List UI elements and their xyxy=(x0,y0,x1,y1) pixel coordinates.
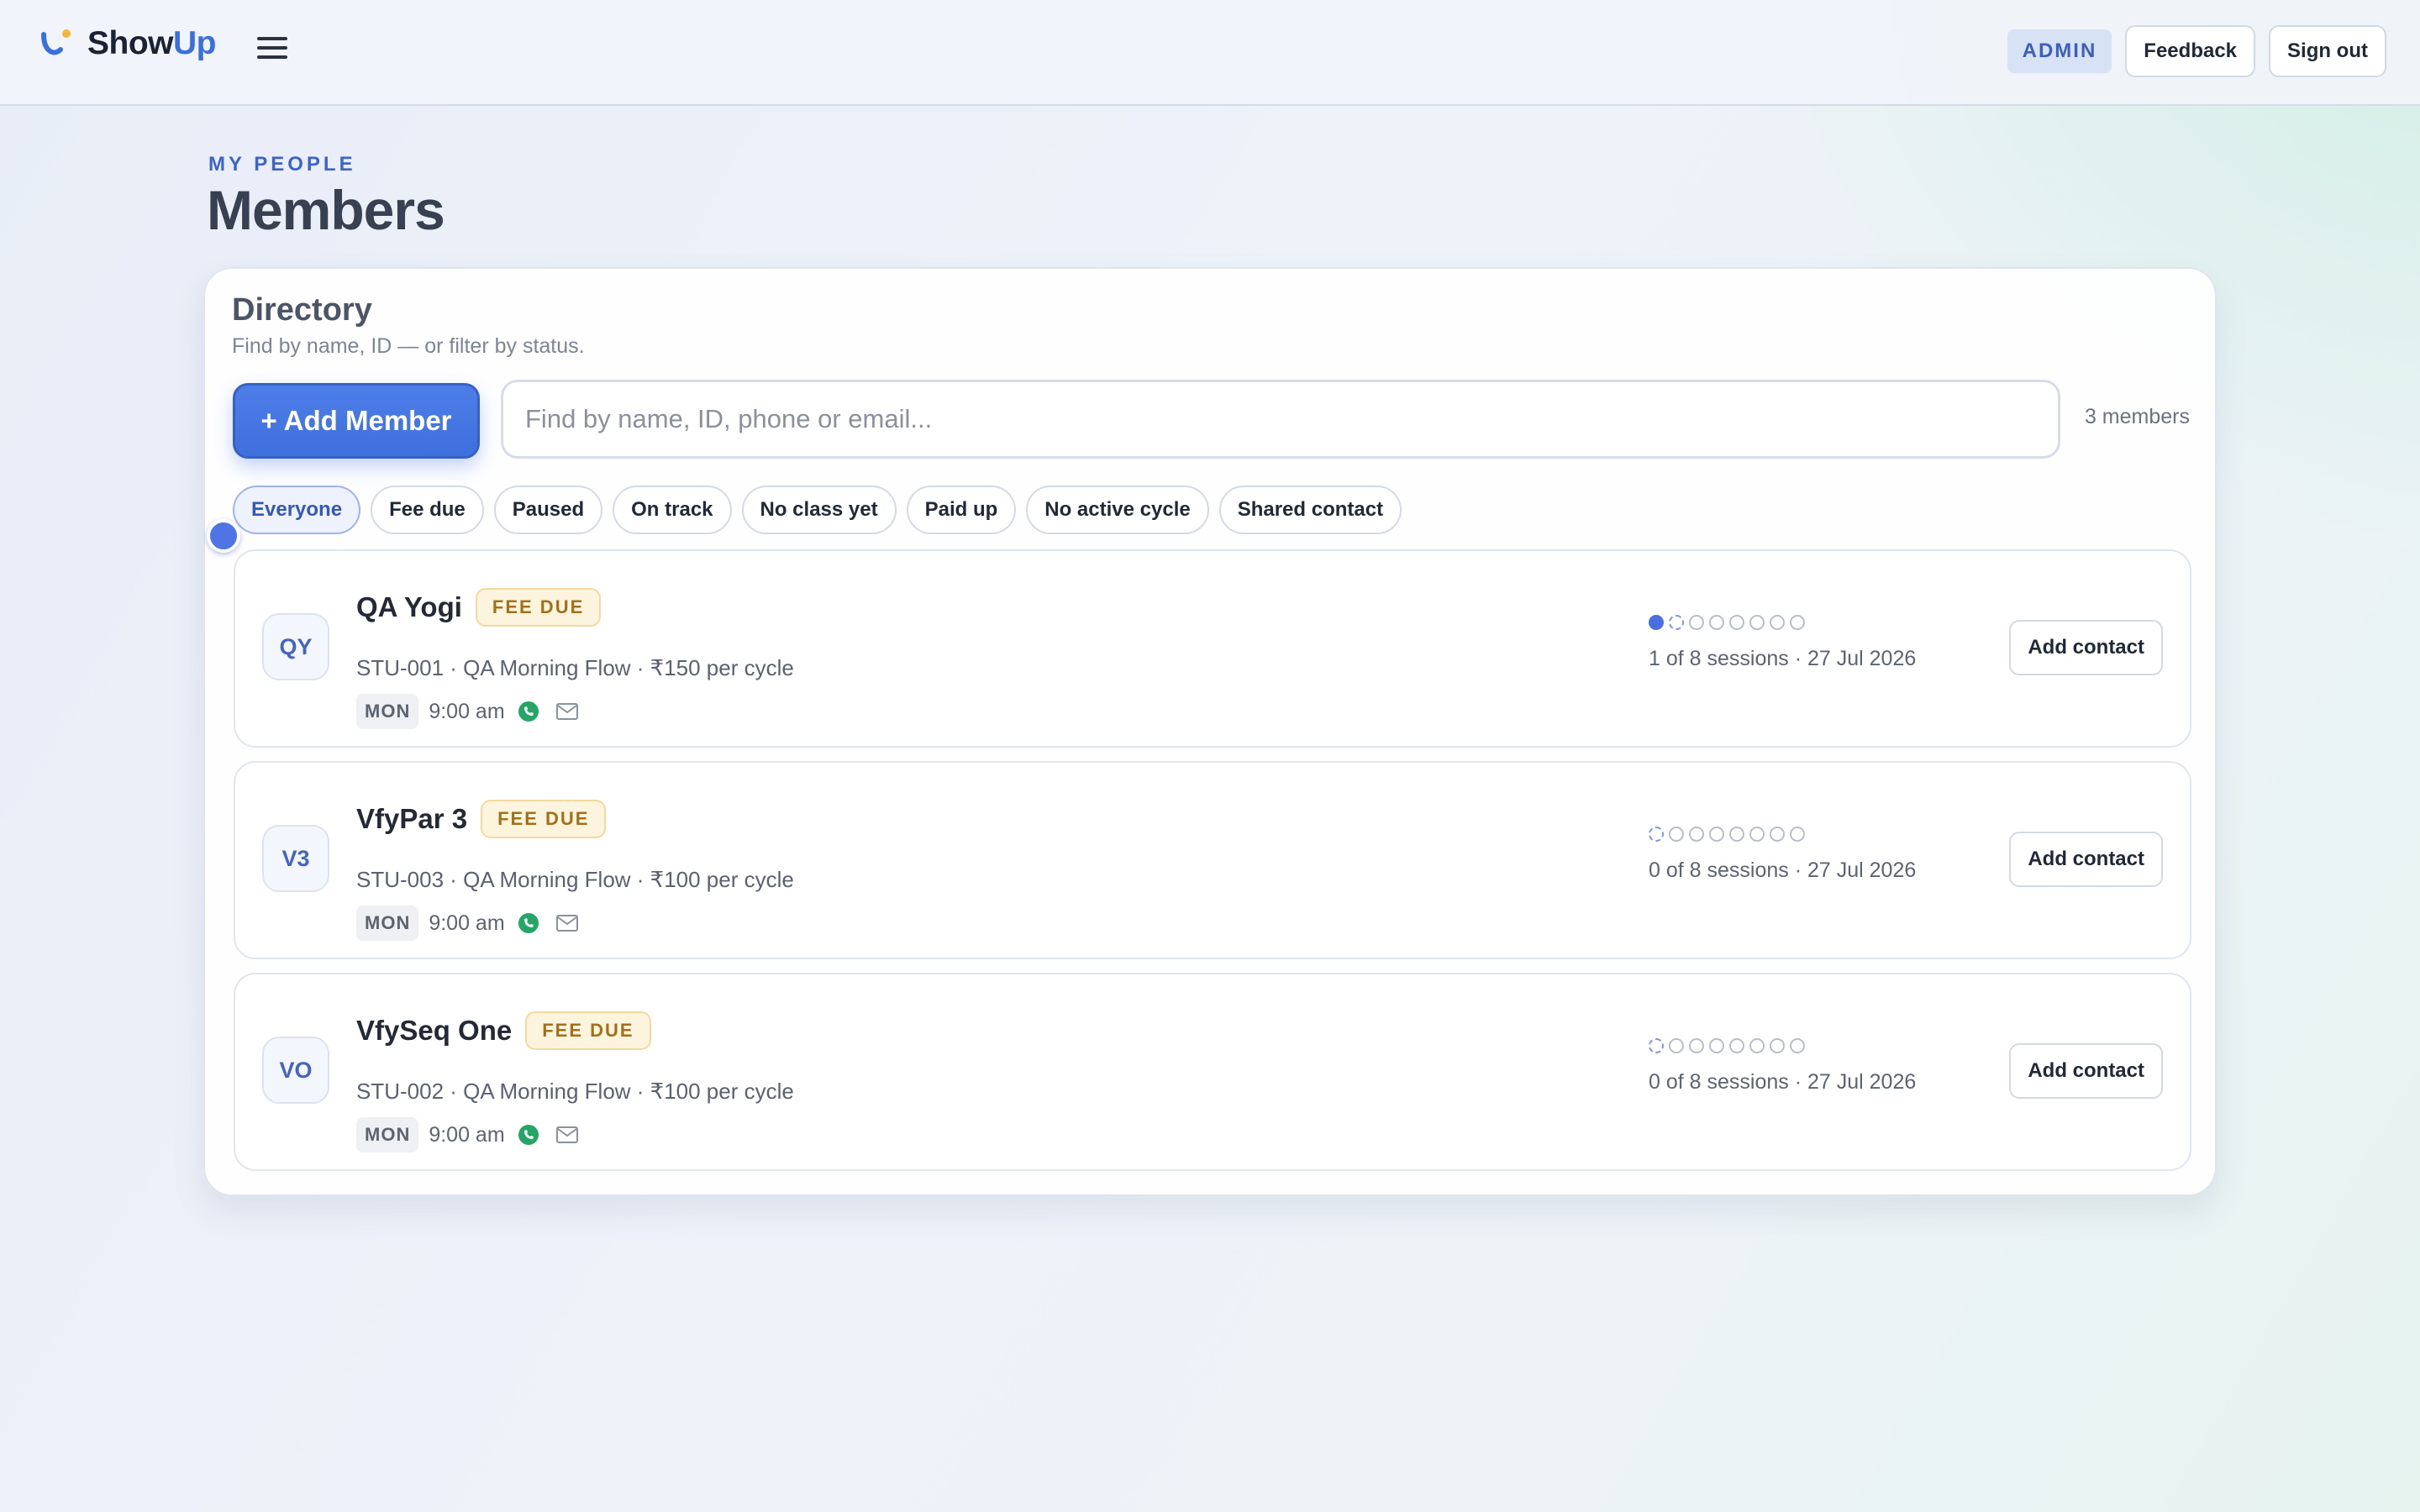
schedule-time: 9:00 am xyxy=(429,1122,505,1147)
member-schedule: MON 9:00 am xyxy=(356,1117,579,1152)
logo-mark-icon xyxy=(41,29,71,55)
whatsapp-icon[interactable] xyxy=(517,700,540,723)
email-icon[interactable] xyxy=(555,1126,579,1144)
add-contact-button[interactable]: Add contact xyxy=(2009,620,2163,675)
schedule-day: MON xyxy=(356,1117,419,1152)
directory-subtitle: Find by name, ID — or filter by status. xyxy=(232,334,585,358)
top-actions: ADMIN Feedback Sign out xyxy=(2007,25,2386,77)
filter-chip-no-active-cycle[interactable]: No active cycle xyxy=(1026,486,1209,534)
session-dot xyxy=(1790,615,1805,630)
filter-chip-paused[interactable]: Paused xyxy=(493,486,603,534)
session-dot xyxy=(1770,827,1785,842)
session-dot xyxy=(1649,1038,1664,1053)
session-dot xyxy=(1669,1038,1684,1053)
sessions-summary: 0 of 8 sessions · 27 Jul 2026 xyxy=(1649,1070,1917,1094)
session-dot xyxy=(1709,827,1724,842)
member-meta: STU-001 · QA Morning Flow · ₹150 per cyc… xyxy=(356,655,794,680)
filter-chip-everyone[interactable]: Everyone xyxy=(233,486,361,534)
schedule-day: MON xyxy=(356,694,419,729)
session-progress xyxy=(1649,615,1805,630)
email-icon[interactable] xyxy=(555,702,579,721)
member-card[interactable]: VO VfySeq One FEE DUE STU-002 · QA Morni… xyxy=(234,973,2191,1171)
email-icon[interactable] xyxy=(555,914,579,932)
add-contact-button[interactable]: Add contact xyxy=(2009,832,2163,887)
avatar: VO xyxy=(262,1037,329,1104)
page-eyebrow: MY PEOPLE xyxy=(208,153,356,176)
member-name[interactable]: VfySeq One xyxy=(356,1015,512,1047)
brand-logo[interactable]: ShowUp xyxy=(39,25,217,62)
focus-indicator-dot xyxy=(207,519,240,553)
filter-chip-shared-contact[interactable]: Shared contact xyxy=(1218,486,1402,534)
whatsapp-icon[interactable] xyxy=(517,911,540,935)
session-dot xyxy=(1770,615,1785,630)
feedback-button[interactable]: Feedback xyxy=(2125,25,2256,77)
status-filter-chips: Everyone Fee due Paused On track No clas… xyxy=(233,486,1402,534)
fee-due-badge: FEE DUE xyxy=(525,1011,651,1050)
top-bar: ShowUp ADMIN Feedback Sign out xyxy=(0,0,2420,106)
session-dot xyxy=(1749,615,1765,630)
session-dot xyxy=(1689,615,1704,630)
sessions-summary: 0 of 8 sessions · 27 Jul 2026 xyxy=(1649,858,1917,882)
session-dot xyxy=(1669,827,1684,842)
session-dot xyxy=(1689,1038,1704,1053)
session-dot xyxy=(1729,1038,1744,1053)
filter-chip-on-track[interactable]: On track xyxy=(613,486,732,534)
directory-title: Directory xyxy=(232,292,372,328)
session-dot xyxy=(1649,615,1664,630)
member-card[interactable]: V3 VfyPar 3 FEE DUE STU-003 · QA Morning… xyxy=(234,761,2191,959)
member-count: 3 members xyxy=(2084,405,2190,428)
fee-due-badge: FEE DUE xyxy=(475,588,602,627)
session-dot xyxy=(1729,827,1744,842)
member-search-input[interactable] xyxy=(501,380,2060,459)
sign-out-button[interactable]: Sign out xyxy=(2269,25,2386,77)
session-dot xyxy=(1749,827,1765,842)
sessions-summary: 1 of 8 sessions · 27 Jul 2026 xyxy=(1649,647,1917,670)
session-dot xyxy=(1649,827,1664,842)
session-dot xyxy=(1749,1038,1765,1053)
avatar: V3 xyxy=(262,825,329,892)
session-progress xyxy=(1649,827,1805,842)
fee-due-badge: FEE DUE xyxy=(481,800,607,838)
schedule-time: 9:00 am xyxy=(429,699,505,723)
add-contact-button[interactable]: Add contact xyxy=(2009,1043,2163,1099)
member-schedule: MON 9:00 am xyxy=(356,906,579,941)
member-name[interactable]: QA Yogi xyxy=(356,591,462,623)
member-meta: STU-002 · QA Morning Flow · ₹100 per cyc… xyxy=(356,1079,794,1104)
member-card[interactable]: QY QA Yogi FEE DUE STU-001 · QA Morning … xyxy=(234,549,2191,748)
member-name[interactable]: VfyPar 3 xyxy=(356,803,467,835)
member-meta: STU-003 · QA Morning Flow · ₹100 per cyc… xyxy=(356,867,794,892)
page-title: Members xyxy=(207,179,445,241)
session-dot xyxy=(1790,1038,1805,1053)
role-badge: ADMIN xyxy=(2007,29,2112,73)
member-schedule: MON 9:00 am xyxy=(356,694,579,729)
filter-chip-no-class-yet[interactable]: No class yet xyxy=(741,486,897,534)
session-dot xyxy=(1669,615,1684,630)
session-dot xyxy=(1709,615,1724,630)
session-progress xyxy=(1649,1038,1805,1053)
brand-name: ShowUp xyxy=(87,25,217,61)
menu-hamburger-icon[interactable] xyxy=(257,37,287,62)
whatsapp-icon[interactable] xyxy=(517,1123,540,1147)
session-dot xyxy=(1689,827,1704,842)
schedule-day: MON xyxy=(356,906,419,941)
session-dot xyxy=(1790,827,1805,842)
filter-chip-fee-due[interactable]: Fee due xyxy=(371,486,484,534)
directory-panel: Directory Find by name, ID — or filter b… xyxy=(203,267,2217,1196)
session-dot xyxy=(1770,1038,1785,1053)
add-member-button[interactable]: + Add Member xyxy=(233,383,480,459)
avatar: QY xyxy=(262,613,329,680)
session-dot xyxy=(1709,1038,1724,1053)
filter-chip-paid-up[interactable]: Paid up xyxy=(906,486,1017,534)
session-dot xyxy=(1729,615,1744,630)
schedule-time: 9:00 am xyxy=(429,911,505,935)
